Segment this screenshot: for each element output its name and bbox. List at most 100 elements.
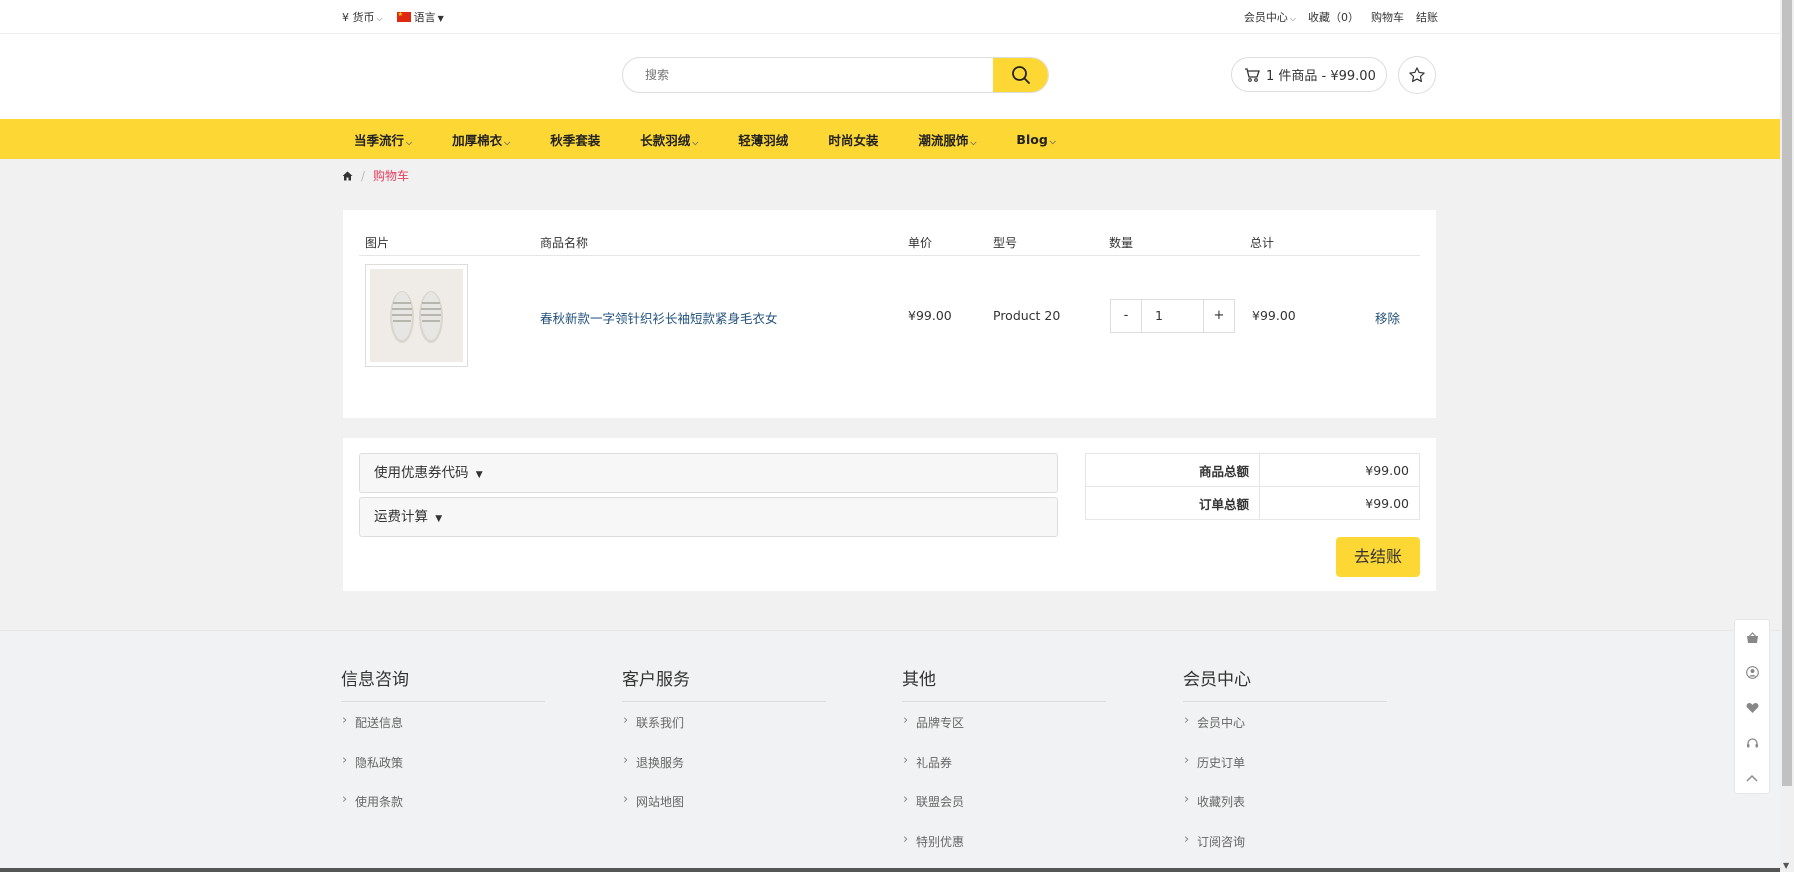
footer-column-title: 其他 (902, 665, 1106, 702)
product-image (370, 269, 463, 362)
currency-label: ¥ 货币 (342, 11, 375, 24)
bottom-border (0, 868, 1780, 872)
line-total: ¥99.00 (1252, 308, 1296, 323)
footer-link[interactable]: 联系我们 (622, 712, 826, 755)
search-button[interactable] (993, 58, 1048, 92)
footer-link[interactable]: 特别优惠 (902, 831, 1106, 872)
subtotal-label: 商品总额 (1085, 453, 1260, 487)
caret-down-icon: ▼ (475, 470, 483, 480)
cart-totals-panel: 使用优惠券代码 ▼ 运费计算 ▼ 商品总额 ¥99.00 订单总额 ¥99.00… (343, 438, 1436, 591)
slippers-image (370, 269, 463, 362)
coupon-label: 使用优惠券代码 (374, 465, 469, 481)
nav-item-blog[interactable]: Blog ⌵ (1016, 132, 1055, 147)
footer-link[interactable]: 使用条款 (341, 791, 545, 834)
checkout-button[interactable]: 去结账 (1336, 537, 1420, 577)
cart-link[interactable]: 购物车 (1371, 9, 1404, 25)
subtotal-value: ¥99.00 (1259, 453, 1420, 487)
footer: 信息咨询 配送信息 隐私政策 使用条款 客户服务 联系我们 退换服务 网站地图 … (0, 630, 1780, 872)
caret-down-icon: ▼ (437, 14, 444, 23)
remove-item-link[interactable]: 移除 (1375, 308, 1400, 327)
cart-summary-button[interactable]: 1 件商品 - ¥99.00 (1231, 57, 1387, 92)
chevron-down-icon: ⌵ (406, 137, 413, 147)
coupon-toggle[interactable]: 使用优惠券代码 ▼ (359, 453, 1058, 493)
member-center-dropdown[interactable]: 会员中心 ⌵ (1244, 9, 1296, 25)
footer-link[interactable]: 礼品券 (902, 752, 1106, 795)
footer-link[interactable]: 品牌专区 (902, 712, 1106, 755)
nav-item-seasonal[interactable]: 当季流行 ⌵ (354, 130, 412, 149)
basket-icon (1746, 631, 1758, 643)
footer-link[interactable]: 联盟会员 (902, 791, 1106, 834)
footer-link[interactable]: 订阅咨询 (1183, 831, 1387, 872)
wishlist-button[interactable] (1398, 56, 1436, 94)
footer-link[interactable]: 收藏列表 (1183, 791, 1387, 834)
nav-label: 加厚棉衣 (452, 132, 503, 148)
footer-column-title: 客户服务 (622, 665, 826, 702)
footer-link[interactable]: 退换服务 (622, 752, 826, 795)
main-nav: 当季流行 ⌵ 加厚棉衣 ⌵ 秋季套装 长款羽绒 ⌵ 轻薄羽绒 时尚女装 潮流服饰 ⌵ B… (0, 119, 1780, 159)
member-center-label: 会员中心 (1243, 11, 1288, 24)
vertical-scrollbar[interactable]: ▼ (1780, 0, 1794, 872)
chevron-down-icon: ⌵ (376, 14, 383, 23)
footer-column-title: 信息咨询 (341, 665, 545, 702)
sidebar-cart-button[interactable] (1735, 620, 1769, 655)
language-dropdown[interactable]: 语言▼ (396, 9, 444, 25)
increase-quantity-button[interactable]: + (1204, 300, 1234, 332)
product-model: Product 20 (993, 308, 1061, 323)
floating-toolbar (1734, 619, 1770, 794)
cart-table-panel: 图片 商品名称 单价 型号 数量 总计 春秋新款一字领针织衫长袖短款紧身毛衣女 … (343, 210, 1436, 418)
search-box (622, 57, 1049, 93)
user-icon (1745, 666, 1759, 679)
unit-price: ¥99.00 (908, 308, 952, 323)
headset-icon (1746, 737, 1758, 747)
subtotal-row: 商品总额 ¥99.00 (1085, 453, 1420, 487)
table-row: 春秋新款一字领针织衫长袖短款紧身毛衣女 ¥99.00 Product 20 - … (343, 210, 1436, 418)
nav-label: 轻薄羽绒 (738, 132, 789, 148)
chevron-down-icon: ⌵ (970, 137, 977, 147)
nav-item-padded-coats[interactable]: 加厚棉衣 ⌵ (452, 130, 510, 149)
nav-item-trend-apparel[interactable]: 潮流服饰 ⌵ (918, 130, 976, 149)
scrollbar-thumb[interactable] (1782, 0, 1792, 786)
sidebar-support-button[interactable] (1735, 725, 1769, 760)
footer-column-other: 其他 品牌专区 礼品券 联盟会员 特别优惠 (902, 665, 1106, 872)
home-icon[interactable] (342, 171, 353, 181)
footer-link[interactable]: 历史订单 (1183, 752, 1387, 795)
footer-link[interactable]: 网站地图 (622, 791, 826, 834)
nav-item-light-down[interactable]: 轻薄羽绒 (738, 130, 788, 149)
footer-link[interactable]: 隐私政策 (341, 752, 545, 795)
cart-icon (1245, 67, 1260, 82)
nav-item-autumn-sets[interactable]: 秋季套装 (550, 130, 600, 149)
quantity-input[interactable]: 1 (1141, 300, 1204, 332)
product-name-link[interactable]: 春秋新款一字领针织衫长袖短款紧身毛衣女 (540, 308, 778, 327)
footer-link[interactable]: 会员中心 (1183, 712, 1387, 755)
shipping-toggle[interactable]: 运费计算 ▼ (359, 497, 1058, 537)
product-thumbnail[interactable] (365, 264, 468, 367)
footer-column-info: 信息咨询 配送信息 隐私政策 使用条款 (341, 665, 545, 834)
search-input[interactable] (623, 58, 983, 92)
scroll-down-arrow-icon[interactable]: ▼ (1783, 861, 1789, 870)
sidebar-wishlist-button[interactable] (1735, 690, 1769, 725)
currency-dropdown[interactable]: ¥ 货币 ⌵ (342, 9, 383, 25)
nav-item-long-down[interactable]: 长款羽绒 ⌵ (640, 130, 698, 149)
chevron-down-icon: ⌵ (692, 137, 699, 147)
total-row: 订单总额 ¥99.00 (1085, 486, 1420, 520)
nav-label: 长款羽绒 (640, 132, 691, 148)
chevron-down-icon: ⌵ (1049, 136, 1056, 146)
breadcrumb-current[interactable]: 购物车 (373, 167, 409, 184)
footer-column-title: 会员中心 (1183, 665, 1387, 702)
decrease-quantity-button[interactable]: - (1111, 300, 1141, 332)
shipping-label: 运费计算 (374, 509, 428, 525)
top-bar: ¥ 货币⌵ 语言▼ 会员中心⌵ 收藏（0） 购物车 结账 (0, 0, 1780, 34)
breadcrumb: / 购物车 (342, 167, 409, 184)
nav-label: 时尚女装 (828, 132, 879, 148)
sidebar-account-button[interactable] (1735, 655, 1769, 690)
back-to-top-button[interactable] (1735, 760, 1769, 795)
nav-item-womens-fashion[interactable]: 时尚女装 (828, 130, 878, 149)
checkout-link[interactable]: 结账 (1416, 9, 1438, 25)
breadcrumb-separator: / (361, 168, 366, 183)
total-label: 订单总额 (1085, 486, 1260, 520)
favorites-link[interactable]: 收藏（0） (1308, 9, 1359, 25)
search-icon (1011, 66, 1030, 84)
cart-summary-label: 1 件商品 - ¥99.00 (1266, 69, 1376, 84)
footer-link[interactable]: 配送信息 (341, 712, 545, 755)
heart-icon (1746, 702, 1758, 713)
